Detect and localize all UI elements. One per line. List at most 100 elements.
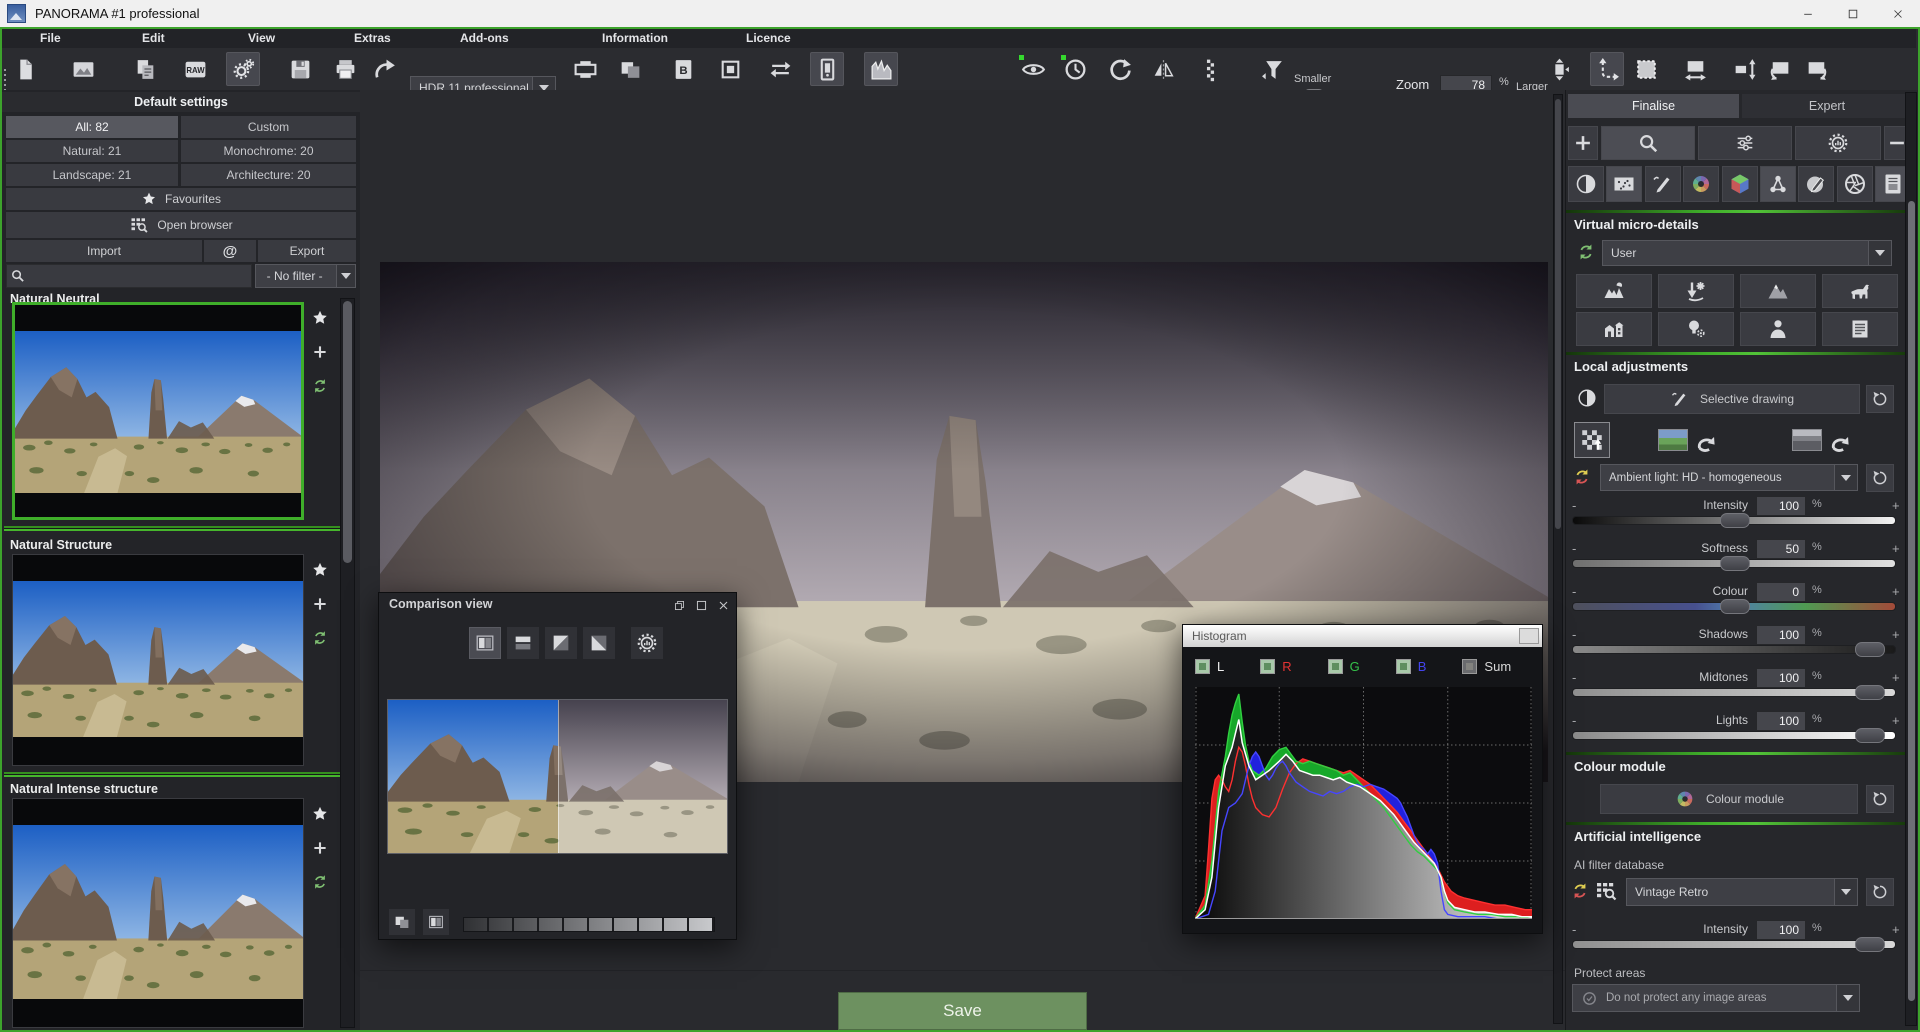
retouch-brush-tool-button[interactable] [1645,166,1681,202]
node-graph-tool-button[interactable] [1760,166,1796,202]
filter-monochrome[interactable]: Monochrome: 20 [181,140,356,162]
split-diagonal-down-button[interactable] [583,627,615,659]
swap-views-button[interactable] [763,52,797,86]
ai-browser-icon[interactable] [1594,879,1618,903]
portrait-preset-button[interactable] [1740,312,1816,346]
image-stack-button[interactable] [613,52,647,86]
selective-reset-button[interactable] [1866,385,1894,413]
save-button[interactable]: Save [838,992,1087,1030]
import-button[interactable]: Import [6,240,202,262]
open-browser-button[interactable]: Open browser [6,212,356,238]
slider-thumb[interactable] [1720,556,1750,571]
comparison-image[interactable] [387,699,728,854]
preset-add-button[interactable] [308,836,332,860]
slider-track-softness[interactable] [1572,559,1896,568]
undo-mask-button[interactable] [1694,430,1720,456]
channel-checkbox[interactable] [1260,659,1275,674]
filter-landscape[interactable]: Landscape: 21 [6,164,178,186]
canvas-scrollbar[interactable] [1553,94,1563,1024]
channel-r[interactable]: R [1260,659,1291,674]
flora-preset-button[interactable] [1658,274,1734,308]
upright-view-button[interactable] [810,52,844,86]
slider-thumb[interactable] [1855,728,1885,743]
undo-gradient-button[interactable] [1828,430,1854,456]
preset-refresh-button[interactable] [308,870,332,894]
post-processing-button[interactable] [226,52,260,86]
ambient-reset-button[interactable] [1866,464,1894,492]
slider-track-intensity[interactable] [1572,940,1896,949]
dropdown-arrow-icon[interactable] [1836,985,1859,1011]
panel-scrollbar[interactable] [1905,92,1917,1026]
scrollbar-thumb[interactable] [1908,201,1915,1001]
history-button[interactable] [1058,52,1092,86]
filter-natural[interactable]: Natural: 21 [6,140,178,162]
slider-track-shadows[interactable] [1572,645,1896,654]
slider-plus[interactable]: + [1892,541,1900,556]
split-divider[interactable] [558,700,559,853]
colour-module-button[interactable]: Colour module [1600,784,1858,814]
search-presets-button[interactable] [1601,126,1695,160]
redo-button[interactable] [1103,52,1137,86]
architecture-preset-button[interactable] [1576,312,1652,346]
tab-finalise[interactable]: Finalise [1568,94,1739,118]
mountain-preset-button[interactable] [1740,274,1816,308]
batch-processing-button[interactable] [568,52,602,86]
histogram-titlebar[interactable]: Histogram [1183,625,1542,647]
dropdown-arrow-icon[interactable] [1868,241,1891,265]
menu-item-file[interactable]: File [40,31,61,45]
dropdown-arrow-icon[interactable] [1834,879,1857,905]
tab-expert[interactable]: Expert [1742,94,1912,118]
close-window-button[interactable] [714,597,732,613]
compare-original-button[interactable] [1016,52,1050,86]
menu-item-addons[interactable]: Add-ons [460,31,509,45]
maximize-button[interactable] [1830,0,1875,27]
slider-track-lights[interactable] [1572,731,1896,740]
crop-frame-button[interactable] [713,52,747,86]
slider-plus[interactable]: + [1892,627,1900,642]
menu-item-information[interactable]: Information [602,31,668,45]
filter-architecture[interactable]: Architecture: 20 [181,164,356,186]
slider-thumb[interactable] [1855,642,1885,657]
favourites-button[interactable]: Favourites [6,188,356,210]
colour-wheel-tool-button[interactable] [1683,166,1719,202]
print-button[interactable] [328,52,362,86]
column-view-button[interactable] [423,909,449,935]
gradient-mask-thumbnail[interactable] [1792,429,1822,451]
export-funnel-button[interactable] [1256,52,1290,86]
split-horizontal-button[interactable] [507,627,539,659]
filter-custom[interactable]: Custom [181,116,356,138]
histogram-toggle-button[interactable] [864,52,898,86]
preset-add-button[interactable] [308,340,332,364]
split-vertical-button[interactable] [469,627,501,659]
slider-value-field[interactable]: 100 [1756,711,1806,731]
slider-plus[interactable]: + [1892,670,1900,685]
menu-item-licence[interactable]: Licence [746,31,791,45]
restore-window-button[interactable] [670,597,688,613]
slider-thumb[interactable] [1855,685,1885,700]
preset-refresh-button[interactable] [308,374,332,398]
slider-track-midtones[interactable] [1572,688,1896,697]
refresh-colour-icon[interactable] [1570,881,1590,901]
minimize-button[interactable] [1785,0,1830,27]
channel-l[interactable]: L [1195,659,1224,674]
preset-list-scrollbar[interactable] [340,298,355,1028]
bracketing-button[interactable]: B [666,52,700,86]
ai-reset-button[interactable] [1866,878,1894,906]
document-preset-button[interactable] [1822,312,1898,346]
slider-plus[interactable]: + [1892,713,1900,728]
save-button[interactable] [283,52,317,86]
slider-track-colour[interactable] [1572,602,1896,611]
channel-checkbox[interactable] [1396,659,1411,674]
preset-thumbnail-2[interactable] [12,554,304,766]
animal-preset-button[interactable] [1822,274,1898,308]
copy-project-button[interactable] [128,52,162,86]
histogram-menu-button[interactable] [1519,628,1539,644]
slider-plus[interactable]: + [1892,584,1900,599]
new-project-button[interactable] [8,52,42,86]
pixel-column-button[interactable] [1193,52,1227,86]
split-diagonal-up-button[interactable] [545,627,577,659]
slider-value-field[interactable]: 100 [1756,625,1806,645]
preset-add-button[interactable] [308,592,332,616]
stretch-height-button[interactable] [1727,52,1761,86]
channel-checkbox[interactable] [1462,659,1477,674]
